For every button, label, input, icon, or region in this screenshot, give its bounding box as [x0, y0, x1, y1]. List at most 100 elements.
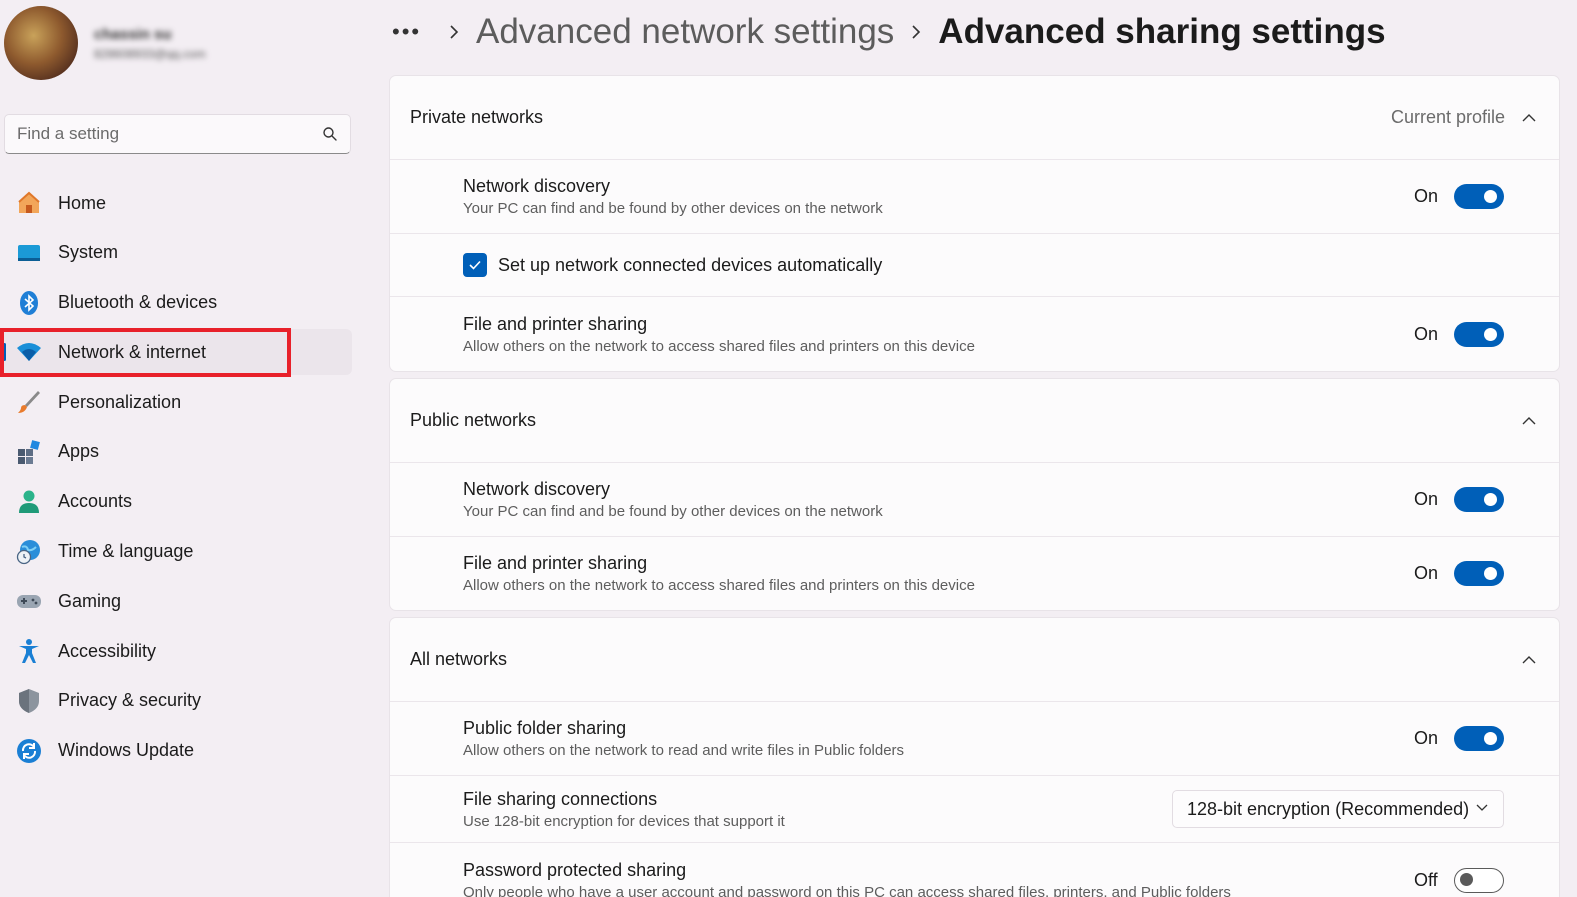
private-network-discovery-row: Network discovery Your PC can find and b… [390, 160, 1559, 234]
public-folder-sharing-toggle[interactable] [1454, 726, 1504, 751]
setting-title: Network discovery [463, 176, 611, 196]
public-file-sharing-row: File and printer sharing Allow others on… [390, 537, 1559, 610]
section-title: All networks [410, 649, 508, 669]
setting-title: Password protected sharing [463, 859, 687, 880]
apps-icon [16, 439, 42, 465]
sidebar-item-windows-update[interactable]: Windows Update [0, 728, 352, 774]
public-file-sharing-toggle[interactable] [1454, 561, 1504, 586]
dropdown-value: 128-bit encryption (Recommended) [1187, 798, 1470, 819]
public-network-discovery-toggle[interactable] [1454, 487, 1504, 512]
sidebar-item-gaming[interactable]: Gaming [0, 578, 352, 624]
chevron-right-icon [894, 24, 938, 40]
shield-icon [16, 688, 42, 714]
toggle-state-label: On [1414, 323, 1439, 344]
chevron-up-icon[interactable] [1521, 652, 1537, 668]
toggle-state-label: On [1414, 186, 1439, 206]
sidebar-item-privacy[interactable]: Privacy & security [0, 678, 352, 724]
setting-title: Network discovery [463, 479, 611, 499]
sidebar-item-label: Bluetooth & devices [58, 292, 218, 313]
sidebar-item-apps[interactable]: Apps [0, 429, 352, 475]
sidebar: chassin su 828608933@qq.com Home System … [0, 0, 370, 897]
breadcrumb-parent-link[interactable]: Advanced network settings [476, 12, 894, 52]
profile-email: 828608933@qq.com [94, 46, 206, 61]
private-file-sharing-row: File and printer sharing Allow others on… [390, 297, 1559, 371]
setting-title: File and printer sharing [463, 313, 648, 334]
setting-description: Your PC can find and be found by other d… [463, 200, 883, 217]
sidebar-item-home[interactable]: Home [0, 180, 352, 226]
setting-title: File and printer sharing [463, 553, 648, 573]
sidebar-item-label: Time & language [58, 541, 194, 562]
setting-description: Only people who have a user account and … [463, 883, 1231, 897]
person-icon [16, 489, 42, 515]
auto-setup-label[interactable]: Set up network connected devices automat… [498, 255, 882, 276]
section-all-networks: All networks Public folder sharing Allow… [389, 617, 1560, 897]
breadcrumb: ••• Advanced network settings Advanced s… [392, 10, 1386, 54]
password-protected-sharing-toggle[interactable] [1454, 867, 1504, 893]
sidebar-item-accessibility[interactable]: Accessibility [0, 628, 352, 674]
checkmark-icon [469, 260, 481, 270]
auto-setup-checkbox[interactable] [463, 253, 487, 277]
sidebar-item-accounts[interactable]: Accounts [0, 479, 352, 525]
sidebar-item-personalization[interactable]: Personalization [0, 379, 352, 425]
sidebar-item-label: Gaming [58, 590, 122, 611]
breadcrumb-more-button[interactable]: ••• [392, 19, 432, 45]
sidebar-item-label: Privacy & security [58, 690, 202, 711]
sidebar-item-label: Accounts [58, 491, 133, 512]
setting-description: Allow others on the network to read and … [463, 742, 905, 759]
encryption-dropdown[interactable]: 128-bit encryption (Recommended) [1172, 790, 1504, 828]
sidebar-item-label: Windows Update [58, 740, 195, 761]
sidebar-item-label: System [58, 242, 119, 263]
sidebar-item-label: Personalization [58, 391, 182, 412]
sidebar-item-label: Network & internet [58, 341, 207, 362]
wifi-icon [16, 339, 42, 365]
sidebar-nav: Home System Bluetooth & devices Network … [0, 180, 352, 778]
public-networks-header[interactable]: Public networks [390, 379, 1559, 463]
section-private-networks: Private networks Current profile Network… [389, 75, 1560, 372]
sidebar-item-system[interactable]: System [0, 230, 352, 276]
toggle-state-label: Off [1414, 869, 1438, 890]
toggle-state-label: On [1414, 728, 1439, 748]
password-protected-sharing-row: Password protected sharing Only people w… [390, 843, 1559, 897]
section-public-networks: Public networks Network discovery Your P… [389, 378, 1560, 611]
file-sharing-connections-row: File sharing connections Use 128-bit enc… [390, 776, 1559, 843]
private-file-sharing-toggle[interactable] [1454, 321, 1504, 347]
setting-title: File sharing connections [463, 788, 658, 809]
setting-description: Use 128-bit encryption for devices that … [463, 812, 785, 830]
update-icon [16, 738, 42, 764]
system-icon [16, 240, 42, 266]
all-networks-header[interactable]: All networks [390, 618, 1559, 702]
current-profile-label: Current profile [1390, 107, 1505, 127]
avatar[interactable] [4, 6, 78, 80]
gamepad-icon [16, 588, 42, 614]
section-title: Public networks [410, 410, 537, 430]
sidebar-item-label: Accessibility [58, 640, 157, 661]
chevron-up-icon[interactable] [1521, 110, 1537, 126]
main-content: Private networks Current profile Network… [389, 75, 1560, 897]
sidebar-item-network[interactable]: Network & internet [0, 329, 352, 376]
bluetooth-icon [16, 290, 42, 316]
section-title: Private networks [410, 107, 544, 127]
auto-setup-row: Set up network connected devices automat… [390, 234, 1559, 297]
user-profile[interactable]: chassin su 828608933@qq.com [4, 6, 206, 80]
sidebar-item-label: Apps [58, 441, 100, 462]
sidebar-item-bluetooth[interactable]: Bluetooth & devices [0, 280, 352, 326]
sidebar-item-time-language[interactable]: Time & language [0, 529, 352, 575]
private-network-discovery-toggle[interactable] [1454, 184, 1504, 209]
private-networks-header[interactable]: Private networks Current profile [390, 76, 1559, 160]
setting-description: Allow others on the network to access sh… [463, 577, 975, 594]
page-title: Advanced sharing settings [938, 12, 1386, 51]
search-box [4, 114, 351, 154]
setting-title: Public folder sharing [463, 718, 627, 738]
profile-name: chassin su [94, 25, 172, 43]
accessibility-icon [16, 638, 42, 664]
public-folder-sharing-row: Public folder sharing Allow others on th… [390, 702, 1559, 776]
toggle-state-label: On [1414, 489, 1439, 509]
sidebar-item-label: Home [58, 192, 107, 213]
chevron-up-icon[interactable] [1521, 413, 1537, 429]
brush-icon [16, 389, 42, 415]
setting-description: Allow others on the network to access sh… [463, 337, 975, 355]
setting-description: Your PC can find and be found by other d… [463, 503, 883, 520]
home-icon [16, 190, 42, 216]
search-icon[interactable] [322, 126, 338, 142]
search-input[interactable] [17, 124, 322, 144]
